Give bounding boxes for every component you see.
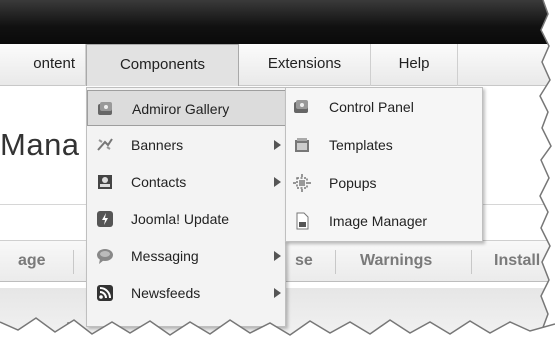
submenu-arrow-icon xyxy=(274,251,281,261)
messaging-icon xyxy=(96,247,114,265)
admin-top-bar xyxy=(0,0,555,44)
submenu-item-templates[interactable]: Templates xyxy=(286,126,484,164)
components-dropdown: Admiror Gallery Banners Contacts Joomla!… xyxy=(86,87,287,327)
tab-separator xyxy=(471,250,472,274)
menu-item-label: Joomla! Update xyxy=(131,211,230,227)
update-icon xyxy=(96,210,114,228)
contacts-icon xyxy=(96,173,114,191)
submenu-item-label: Image Manager xyxy=(329,213,428,229)
menu-item-admiror-gallery[interactable]: Admiror Gallery xyxy=(87,90,287,126)
submenu-item-label: Popups xyxy=(329,175,377,191)
page-title: Mana xyxy=(0,127,80,162)
submenu-item-popups[interactable]: Popups xyxy=(286,164,484,202)
menu-item-label: Messaging xyxy=(131,248,199,264)
tab-database[interactable]: se xyxy=(295,241,313,283)
menu-help[interactable]: Help xyxy=(371,44,458,86)
submenu-item-label: Control Panel xyxy=(329,99,414,115)
submenu-arrow-icon xyxy=(274,288,281,298)
tab-separator xyxy=(73,250,74,274)
popups-icon xyxy=(293,174,311,192)
menu-item-contacts[interactable]: Contacts xyxy=(87,164,287,200)
tab-separator xyxy=(335,250,336,274)
submenu-arrow-icon xyxy=(274,177,281,187)
banners-icon xyxy=(96,136,114,154)
image-manager-icon xyxy=(293,212,311,230)
submenu-arrow-icon xyxy=(274,140,281,150)
menu-item-label: Contacts xyxy=(131,174,187,190)
menu-item-label: Admiror Gallery xyxy=(132,101,230,117)
menu-item-banners[interactable]: Banners xyxy=(87,127,287,163)
main-menubar: ontent Components Extensions Help xyxy=(0,44,555,86)
submenu-item-label: Templates xyxy=(329,137,393,153)
submenu-item-image-manager[interactable]: Image Manager xyxy=(286,202,484,240)
admiror-gallery-submenu: Control Panel Templates Popups Image Man… xyxy=(285,87,483,242)
tab-storage[interactable]: age xyxy=(18,241,46,283)
menu-item-joomla-update[interactable]: Joomla! Update xyxy=(87,201,287,237)
submenu-item-control-panel[interactable]: Control Panel xyxy=(286,88,484,126)
menu-components[interactable]: Components xyxy=(86,44,239,86)
menu-item-messaging[interactable]: Messaging xyxy=(87,238,287,274)
control-panel-icon xyxy=(293,98,311,116)
tab-warnings[interactable]: Warnings xyxy=(360,241,432,283)
menu-item-label: Banners xyxy=(131,137,184,153)
screenshot-frame: ontent Components Extensions Help Mana a… xyxy=(0,0,555,342)
torn-edge-bottom xyxy=(0,317,555,342)
gallery-icon xyxy=(97,100,115,118)
menu-content[interactable]: ontent xyxy=(0,44,86,86)
templates-icon xyxy=(293,136,311,154)
torn-edge-right xyxy=(539,0,555,342)
menu-extensions[interactable]: Extensions xyxy=(239,44,371,86)
